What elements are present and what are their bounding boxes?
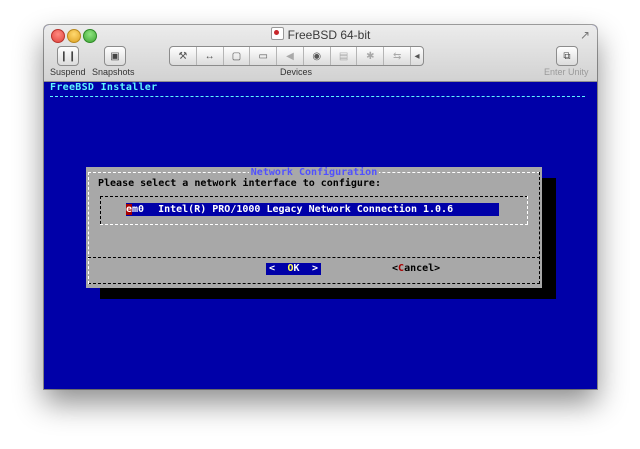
cancel-button[interactable]: < Cancel >	[392, 263, 440, 275]
windows-overlap-icon: ⧉	[563, 50, 571, 62]
devices-label: Devices	[280, 67, 313, 77]
interface-option-em0[interactable]: em0 Intel(R) PRO/1000 Legacy Network Con…	[126, 203, 499, 216]
ok-button[interactable]: < OK >	[266, 263, 321, 275]
vm-console-screen[interactable]: FreeBSD Installer Network Configuration …	[44, 82, 597, 389]
usb-icon[interactable]: ⇆	[384, 47, 412, 65]
snapshot-icon: ▣	[110, 50, 120, 62]
title-divider	[50, 96, 585, 97]
fullscreen-icon[interactable]: ↗	[580, 28, 590, 42]
button-separator	[88, 257, 540, 258]
network-config-dialog: Network Configuration Please select a ne…	[86, 167, 542, 288]
enter-unity-button[interactable]: ⧉	[556, 46, 578, 66]
menu-border-top	[100, 196, 528, 197]
speaker-icon[interactable]: ◀	[277, 47, 304, 65]
pause-icon: ❙❙	[59, 50, 77, 62]
menu-border-left	[100, 196, 101, 224]
camera-icon[interactable]: ◉	[304, 47, 331, 65]
network-arrows-icon[interactable]: ↔	[197, 47, 224, 65]
dialog-border-bottom	[88, 283, 540, 284]
interface-name: em0	[126, 203, 145, 215]
vm-icon	[270, 27, 284, 40]
wrench-icon[interactable]: ⚒	[170, 47, 197, 65]
printer-icon[interactable]: ▤	[331, 47, 358, 65]
dialog-border-left	[88, 172, 89, 284]
menu-border-right	[527, 196, 528, 224]
snapshots-button[interactable]: ▣	[104, 46, 126, 66]
enter-unity-label: Enter Unity	[544, 67, 589, 77]
menu-border-bottom	[100, 224, 528, 225]
dialog-prompt: Please select a network interface to con…	[98, 178, 381, 189]
interface-description: Intel(R) PRO/1000 Legacy Network Connect…	[158, 203, 454, 215]
hard-drive-icon[interactable]: ▭	[250, 47, 278, 65]
window-toolbar: FreeBSD 64-bit ↗ ❙❙ Suspend ▣ Snapshots …	[44, 25, 597, 82]
suspend-button[interactable]: ❙❙	[57, 46, 79, 66]
window-title: FreeBSD 64-bit	[44, 27, 597, 42]
disk-icon[interactable]: ▢	[224, 47, 251, 65]
suspend-label: Suspend	[50, 67, 86, 77]
dialog-border-right	[539, 172, 540, 284]
snapshots-label: Snapshots	[92, 67, 135, 77]
vm-window: FreeBSD 64-bit ↗ ❙❙ Suspend ▣ Snapshots …	[44, 25, 597, 389]
bluetooth-icon[interactable]: ✱	[357, 47, 385, 65]
installer-title: FreeBSD Installer	[50, 82, 158, 93]
chevron-left-icon[interactable]: ◂	[411, 47, 423, 65]
devices-toolbar: ⚒ ↔ ▢ ▭ ◀ ◉ ▤ ✱ ⇆ ◂	[169, 46, 424, 66]
